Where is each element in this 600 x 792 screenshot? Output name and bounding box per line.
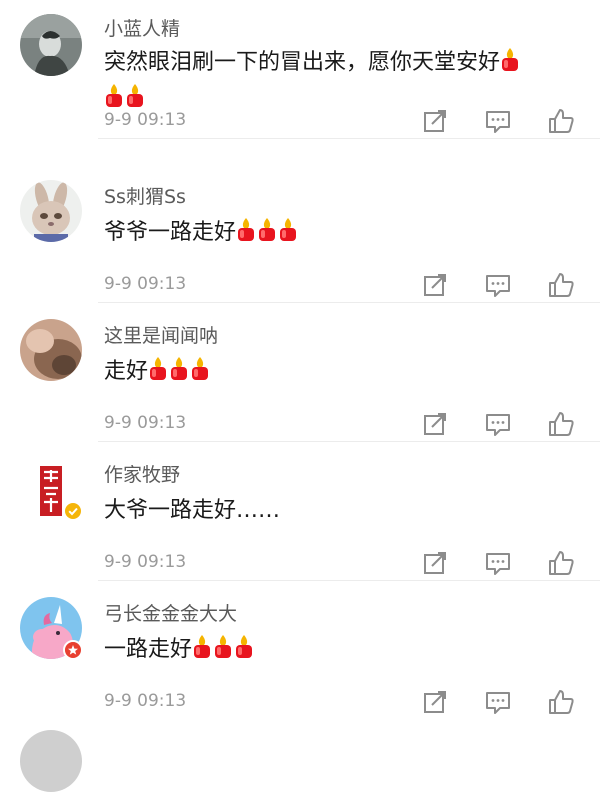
username[interactable]: 弓长金金金大大 [104, 599, 237, 626]
share-button[interactable] [420, 548, 450, 578]
reply-icon [486, 553, 510, 575]
like-button[interactable] [546, 106, 576, 136]
comment-time: 9-9 09:13 [104, 110, 187, 130]
like-icon [549, 412, 574, 436]
member-badge [63, 640, 83, 660]
like-button[interactable] [546, 409, 576, 439]
candle-emoji-group [500, 48, 521, 75]
candle-emoji-icon [148, 357, 168, 391]
comment-text-body: 突然眼泪刷一下的冒出来，愿你天堂安好 [104, 50, 501, 75]
candle-emoji-icon [278, 218, 298, 252]
comment-text-body: 大爷一路走好…… [104, 498, 281, 523]
like-icon [549, 551, 574, 575]
reply-button[interactable] [483, 548, 513, 578]
reply-icon [486, 692, 510, 714]
share-icon [424, 691, 446, 713]
like-button[interactable] [546, 270, 576, 300]
candle-emoji-group [148, 357, 211, 384]
comment-text: 一路走好 [104, 633, 574, 669]
candle-emoji-icon [236, 218, 256, 252]
reply-button[interactable] [483, 106, 513, 136]
share-button[interactable] [420, 270, 450, 300]
reply-icon [486, 414, 510, 436]
reply-icon [486, 111, 510, 133]
avatar[interactable] [20, 319, 82, 381]
candle-emoji-group [236, 218, 299, 245]
divider [98, 138, 600, 139]
avatar[interactable] [20, 14, 82, 76]
reply-icon [486, 275, 510, 297]
share-button[interactable] [420, 409, 450, 439]
candle-emoji-group [104, 84, 146, 111]
comment-time: 9-9 09:13 [104, 552, 187, 572]
candle-emoji-icon [190, 357, 210, 391]
like-icon [549, 273, 574, 297]
candle-emoji-icon [169, 357, 189, 391]
candle-emoji-icon [500, 48, 520, 82]
comment-item[interactable]: Ss刺猬Ss 爷爷一路走好 9-9 09:13 [0, 164, 600, 303]
share-icon [424, 274, 446, 296]
comment-item[interactable]: 小蓝人精 突然眼泪刷一下的冒出来，愿你天堂安好 9-9 09:13 [0, 0, 600, 139]
username[interactable]: 作家牧野 [104, 460, 180, 487]
candle-emoji-icon [257, 218, 277, 252]
like-icon [549, 690, 574, 714]
share-icon [424, 413, 446, 435]
comment-item[interactable]: 作家牧野 大爷一路走好…… 9-9 09:13 [0, 442, 600, 581]
verified-badge [63, 501, 83, 521]
comment-text: 走好 [104, 355, 574, 391]
avatar[interactable] [20, 180, 82, 242]
reply-button[interactable] [483, 687, 513, 717]
share-button[interactable] [420, 687, 450, 717]
comment-item[interactable]: 这里是闻闻呐 走好 9-9 09:13 [0, 303, 600, 442]
share-icon [424, 552, 446, 574]
candle-emoji-icon [234, 635, 254, 669]
comment-text-body: 爷爷一路走好 [104, 220, 237, 245]
like-button[interactable] [546, 687, 576, 717]
comment-time: 9-9 09:13 [104, 274, 187, 294]
like-icon [549, 109, 574, 133]
comment-item[interactable]: 弓长金金金大大 一路走好 9-9 09:13 [0, 581, 600, 720]
share-button[interactable] [420, 106, 450, 136]
next-comment-avatar[interactable] [20, 730, 82, 792]
candle-emoji-group [192, 635, 255, 662]
comment-text-body: 走好 [104, 359, 149, 384]
comment-time: 9-9 09:13 [104, 413, 187, 433]
like-button[interactable] [546, 548, 576, 578]
username[interactable]: 小蓝人精 [104, 14, 180, 41]
reply-button[interactable] [483, 409, 513, 439]
share-icon [424, 110, 446, 132]
username[interactable]: Ss刺猬Ss [104, 182, 186, 209]
comment-text: 爷爷一路走好 [104, 216, 574, 252]
comment-time: 9-9 09:13 [104, 691, 187, 711]
reply-button[interactable] [483, 270, 513, 300]
username[interactable]: 这里是闻闻呐 [104, 321, 218, 348]
candle-emoji-icon [192, 635, 212, 669]
candle-emoji-icon [213, 635, 233, 669]
comment-text: 大爷一路走好…… [104, 494, 574, 527]
comment-text-body: 一路走好 [104, 637, 193, 662]
